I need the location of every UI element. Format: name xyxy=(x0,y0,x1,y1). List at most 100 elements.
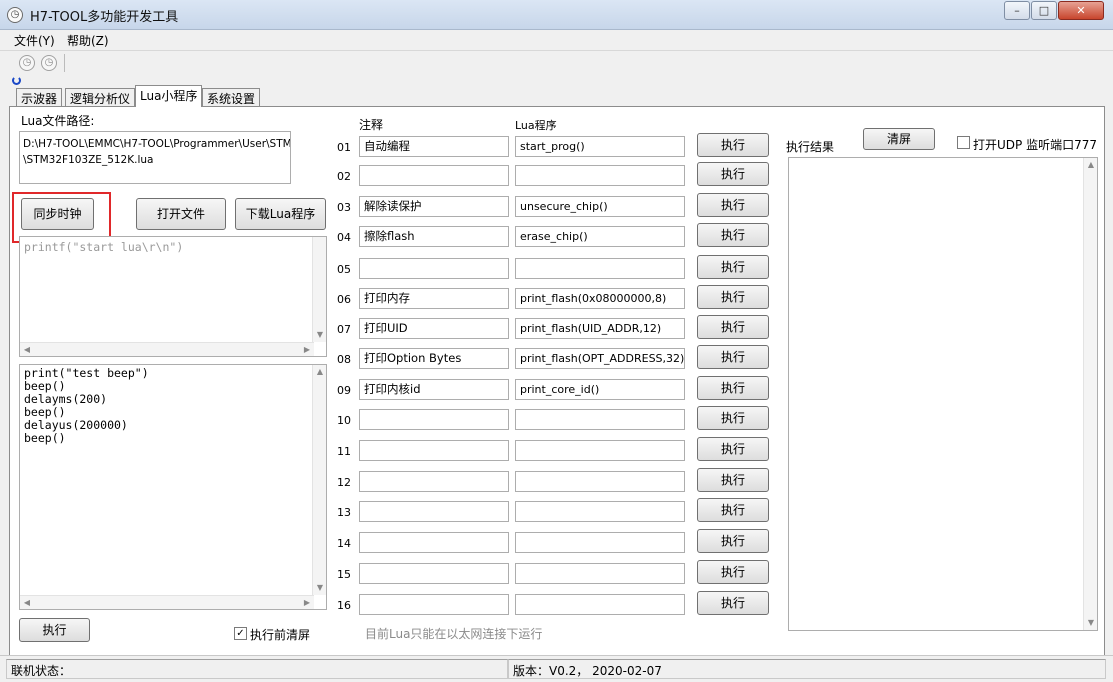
run-row-button[interactable]: 执行 xyxy=(697,133,769,157)
lua-code-input[interactable] xyxy=(515,258,685,279)
run-row-button[interactable]: 执行 xyxy=(697,162,769,186)
run-script-button[interactable]: 执行 xyxy=(19,618,90,642)
clock-icon[interactable]: ◷ xyxy=(41,55,57,71)
clear-before-run-checkbox[interactable]: ✓ xyxy=(234,627,247,640)
comment-input[interactable]: 打印UID xyxy=(359,318,509,339)
scroll-right-icon[interactable]: ▶ xyxy=(300,596,314,610)
lua-code-input[interactable]: print_flash(0x08000000,8) xyxy=(515,288,685,309)
comment-input[interactable]: 打印Option Bytes xyxy=(359,348,509,369)
vertical-scrollbar[interactable]: ▼ xyxy=(312,237,326,342)
lua-code-input[interactable] xyxy=(515,532,685,553)
comment-input[interactable] xyxy=(359,532,509,553)
run-row-button[interactable]: 执行 xyxy=(697,193,769,217)
comment-input[interactable]: 自动编程 xyxy=(359,136,509,157)
lua-code-input[interactable]: start_prog() xyxy=(515,136,685,157)
lua-code-input[interactable] xyxy=(515,501,685,522)
scroll-left-icon[interactable]: ◀ xyxy=(20,596,34,610)
comment-input[interactable]: 打印内核id xyxy=(359,379,509,400)
ethernet-note: 目前Lua只能在以太网连接下运行 xyxy=(365,627,543,641)
lua-code-input[interactable] xyxy=(515,563,685,584)
scroll-down-icon[interactable]: ▼ xyxy=(1084,616,1098,630)
tab-oscilloscope[interactable]: 示波器 xyxy=(16,88,63,106)
download-lua-button[interactable]: 下载Lua程序 xyxy=(235,198,326,230)
vertical-scrollbar[interactable]: ▲ ▼ xyxy=(312,365,326,595)
clock-icon[interactable]: ◷ xyxy=(19,55,35,71)
menu-bar: 文件(Y) 帮助(Z) xyxy=(0,30,1113,49)
run-row-button[interactable]: 执行 xyxy=(697,437,769,461)
connection-indicator-icon xyxy=(12,76,21,85)
run-row-button[interactable]: 执行 xyxy=(697,223,769,247)
lua-code-input[interactable] xyxy=(515,165,685,186)
vertical-scrollbar[interactable]: ▲ ▼ xyxy=(1083,158,1097,630)
run-row-button[interactable]: 执行 xyxy=(697,255,769,279)
run-row-button[interactable]: 执行 xyxy=(697,406,769,430)
comment-input[interactable] xyxy=(359,409,509,430)
clear-before-run-label: 执行前清屏 xyxy=(250,628,311,642)
open-file-button[interactable]: 打开文件 xyxy=(136,198,226,230)
lua-code-input[interactable] xyxy=(515,440,685,461)
clock-icon: ◷ xyxy=(7,7,23,23)
lua-code-input[interactable] xyxy=(515,471,685,492)
init-code-text: printf("start lua\r\n") xyxy=(24,240,184,254)
lua-path-label: Lua文件路径: xyxy=(21,114,95,128)
horizontal-scrollbar[interactable]: ◀ ▶ xyxy=(20,342,314,356)
clear-screen-button[interactable]: 清屏 xyxy=(863,128,935,150)
toolbar: ◷ ◷ xyxy=(0,50,1113,72)
script-line: beep() xyxy=(24,431,66,445)
run-row-button[interactable]: 执行 xyxy=(697,529,769,553)
comment-input[interactable] xyxy=(359,471,509,492)
title-bar: ◷ H7-TOOL多功能开发工具 – □ ✕ xyxy=(0,0,1113,30)
comment-input[interactable] xyxy=(359,440,509,461)
comment-input[interactable]: 解除读保护 xyxy=(359,196,509,217)
results-output[interactable]: ▲ ▼ xyxy=(788,157,1098,631)
scroll-down-icon[interactable]: ▼ xyxy=(313,581,327,595)
lua-code-input[interactable]: print_flash(UID_ADDR,12) xyxy=(515,318,685,339)
comment-input[interactable]: 打印内存 xyxy=(359,288,509,309)
scroll-right-icon[interactable]: ▶ xyxy=(300,343,314,357)
lua-path-field[interactable]: D:\H7-TOOL\EMMC\H7-TOOL\Programmer\User\… xyxy=(19,131,291,184)
window-title: H7-TOOL多功能开发工具 xyxy=(30,10,179,25)
close-button[interactable]: ✕ xyxy=(1058,1,1104,20)
run-row-button[interactable]: 执行 xyxy=(697,560,769,584)
run-row-button[interactable]: 执行 xyxy=(697,498,769,522)
run-row-button[interactable]: 执行 xyxy=(697,468,769,492)
comment-input[interactable] xyxy=(359,563,509,584)
run-row-button[interactable]: 执行 xyxy=(697,376,769,400)
version-status: 版本：V0.2， 2020-02-07 xyxy=(508,659,1106,679)
comment-input[interactable]: 擦除flash xyxy=(359,226,509,247)
lua-code-input[interactable] xyxy=(515,594,685,615)
udp-listen-checkbox[interactable] xyxy=(957,136,970,149)
menu-file[interactable]: 文件(Y) xyxy=(14,32,55,49)
comment-input[interactable] xyxy=(359,501,509,522)
lua-code-input[interactable]: erase_chip() xyxy=(515,226,685,247)
comment-input[interactable] xyxy=(359,594,509,615)
scroll-up-icon[interactable]: ▲ xyxy=(1084,158,1098,172)
lua-code-input[interactable]: unsecure_chip() xyxy=(515,196,685,217)
lua-path-line: \STM32F103ZE_512K.lua xyxy=(23,154,154,166)
comment-input[interactable] xyxy=(359,258,509,279)
comment-input[interactable] xyxy=(359,165,509,186)
run-row-button[interactable]: 执行 xyxy=(697,591,769,615)
script-editor[interactable]: print("test beep") beep() delayms(200) b… xyxy=(19,364,327,610)
tab-logic-analyzer[interactable]: 逻辑分析仪 xyxy=(65,88,136,106)
results-label: 执行结果 xyxy=(786,140,835,154)
init-code-editor[interactable]: printf("start lua\r\n") ▼ ◀ ▶ xyxy=(19,236,327,357)
scroll-down-icon[interactable]: ▼ xyxy=(313,328,327,342)
script-lines: print("test beep") beep() delayms(200) b… xyxy=(24,367,149,445)
scroll-up-icon[interactable]: ▲ xyxy=(313,365,327,379)
tab-lua[interactable]: Lua小程序 xyxy=(135,85,203,107)
maximize-button[interactable]: □ xyxy=(1031,1,1057,20)
run-row-button[interactable]: 执行 xyxy=(697,315,769,339)
lua-code-input[interactable]: print_core_id() xyxy=(515,379,685,400)
menu-help[interactable]: 帮助(Z) xyxy=(67,32,109,49)
lua-code-input[interactable] xyxy=(515,409,685,430)
lua-code-input[interactable]: print_flash(OPT_ADDRESS,32) xyxy=(515,348,685,369)
run-row-button[interactable]: 执行 xyxy=(697,285,769,309)
minimize-button[interactable]: – xyxy=(1004,1,1030,20)
horizontal-scrollbar[interactable]: ◀ ▶ xyxy=(20,595,314,609)
run-row-button[interactable]: 执行 xyxy=(697,345,769,369)
tab-settings[interactable]: 系统设置 xyxy=(202,88,261,106)
lua-path-line: D:\H7-TOOL\EMMC\H7-TOOL\Programmer\User\… xyxy=(23,138,291,150)
scroll-left-icon[interactable]: ◀ xyxy=(20,343,34,357)
toolbar-separator xyxy=(64,54,65,72)
